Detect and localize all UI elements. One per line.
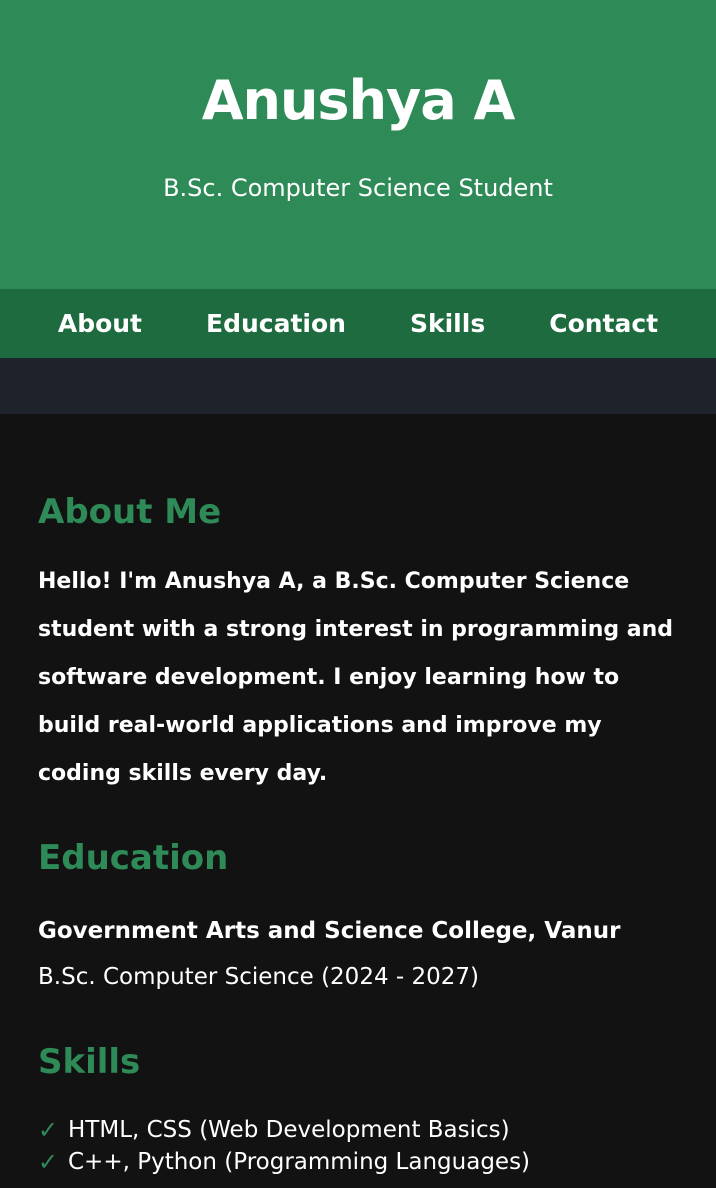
skills-heading: Skills (38, 1042, 141, 1082)
education-degree: B.Sc. Computer Science (2024 - 2027) (38, 964, 480, 990)
about-section: About Me Hello! I'm Anushya A, a B.Sc. C… (38, 414, 678, 798)
page-title: Anushya A (201, 69, 516, 132)
nav-link-education[interactable]: Education (206, 309, 346, 339)
skills-section: Skills ✓ HTML, CSS (Web Development Basi… (38, 1040, 678, 1178)
skill-label: HTML, CSS (Web Development Basics) (68, 1117, 510, 1143)
divider-band (0, 358, 716, 414)
about-heading: About Me (38, 492, 222, 532)
education-heading: Education (38, 838, 229, 878)
list-item: ✓ HTML, CSS (Web Development Basics) (38, 1114, 678, 1146)
main-content: About Me Hello! I'm Anushya A, a B.Sc. C… (0, 414, 716, 1178)
main-nav: About Education Skills Contact (0, 289, 716, 358)
nav-link-contact[interactable]: Contact (549, 309, 658, 339)
list-item: ✓ C++, Python (Programming Languages) (38, 1146, 678, 1178)
education-college: Government Arts and Science College, Van… (38, 918, 621, 944)
nav-link-skills[interactable]: Skills (410, 309, 485, 339)
check-icon: ✓ (38, 1148, 59, 1176)
page-subtitle: B.Sc. Computer Science Student (163, 174, 553, 202)
education-section: Education Government Arts and Science Co… (38, 836, 678, 992)
skill-label: C++, Python (Programming Languages) (68, 1149, 531, 1175)
portfolio-page: Anushya A B.Sc. Computer Science Student… (0, 0, 716, 1188)
check-icon: ✓ (38, 1116, 59, 1144)
skills-list: ✓ HTML, CSS (Web Development Basics) ✓ C… (38, 1114, 678, 1178)
hero-header: Anushya A B.Sc. Computer Science Student (0, 0, 716, 289)
nav-link-about[interactable]: About (58, 309, 142, 339)
about-text: Hello! I'm Anushya A, a B.Sc. Computer S… (38, 569, 674, 786)
